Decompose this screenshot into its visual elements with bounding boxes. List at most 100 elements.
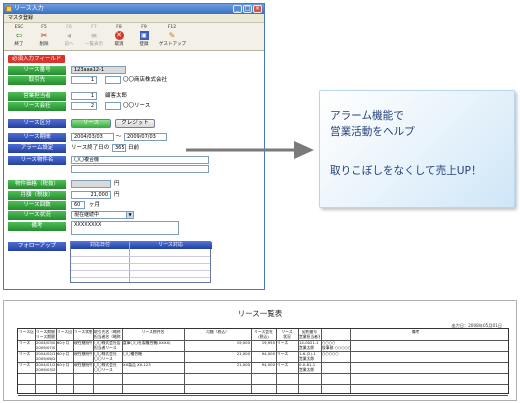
report-cell-contract: 1-6-(2)-1 営業太郎 — [299, 352, 316, 361]
exit-label: 終了 — [14, 42, 24, 47]
lease-start-field[interactable]: 2004/03/03 — [71, 133, 114, 141]
monthly-label: 月額（税抜） — [8, 191, 66, 200]
report-cell-item: 倉庫〇〇社製複合機(XXXX) — [123, 341, 171, 345]
save-button[interactable]: F9 ▣ 登録 — [134, 25, 154, 49]
report-header-contract: 契約番号 営業担当者名 — [299, 330, 320, 339]
report-cell-client: 〇〇株式会社 〇〇リース — [94, 352, 117, 361]
feature-callout: アラーム機能で 営業活動をヘルプ 取りこぼしをなくして売上UP！ — [319, 90, 515, 208]
report-header-state: リース状態 — [74, 330, 92, 334]
callout-line-3: 取りこぼしをなくして売上UP！ — [330, 165, 482, 177]
window-titlebar[interactable]: リース入力 _ □ × — [4, 4, 264, 14]
followup-col-content: リース対応 — [129, 242, 212, 249]
prev-button[interactable]: F6 ◂ 前へ — [59, 25, 79, 49]
list-icon: ≡ — [90, 31, 98, 40]
lease-company-code-field[interactable]: 2 — [71, 102, 97, 110]
status-label: リース状況 — [8, 211, 66, 220]
remarks-field[interactable]: XXXXXXXX — [71, 221, 179, 235]
client-code-field-2[interactable] — [105, 76, 121, 84]
cancel-button[interactable]: F8 ✕ 取消 — [109, 25, 129, 49]
lease-item-field-2[interactable] — [71, 165, 209, 173]
callout-line-2: 営業活動をヘルプ — [330, 126, 415, 138]
report-cell-monthly: 19,000 — [236, 341, 250, 345]
report-cell-company: 19,950 — [261, 341, 275, 345]
grid-divider — [129, 242, 130, 282]
report-cell-period: 2004/03/03 2009/07/03 — [36, 341, 55, 350]
report-cell-count: 60ヶ月 — [57, 341, 70, 345]
followup-label: フォローアップ — [8, 242, 66, 251]
cancel-icon: ✕ — [114, 31, 124, 40]
guest-up-button[interactable]: F12 ✎ ゲストアップ — [159, 25, 186, 49]
window-title: リース入力 — [14, 5, 44, 12]
guest-up-key-label: F12 — [167, 25, 177, 30]
cancel-label: 取消 — [114, 42, 124, 47]
lease-company-code-field-2[interactable] — [105, 102, 121, 110]
count-field[interactable]: 60 — [71, 201, 85, 209]
menu-bar: マスタ登録 — [4, 14, 264, 23]
report-header-type: リース区分 — [19, 330, 34, 334]
report-cell-remarks: ○○○○○ — [322, 352, 339, 356]
report-cell-remarks: ○○○○ 仮事務 ○○○○○ — [322, 341, 352, 350]
save-icon: ▣ — [139, 31, 149, 40]
client-code-field[interactable]: 1 — [71, 76, 97, 84]
grid-row-line — [71, 263, 210, 264]
followup-grid[interactable]: 対応日付 リース対応 — [70, 241, 212, 283]
report-cell-period: 2004/01/20 2009/03/20 — [36, 363, 55, 372]
app-icon — [6, 6, 12, 12]
report-empty-row-line — [18, 395, 508, 396]
prev-key-label: F6 — [66, 25, 72, 30]
exit-button[interactable]: ESC ⇦ 終了 — [9, 25, 29, 49]
report-cell-status: リース — [277, 352, 289, 356]
chevron-down-icon[interactable]: ▼ — [126, 212, 133, 218]
close-button[interactable]: × — [253, 5, 262, 13]
maximize-button[interactable]: □ — [243, 5, 252, 13]
lease-no-field[interactable]: 123aaa12-1 — [71, 66, 126, 74]
lease-item-label: リース物件名 — [8, 156, 66, 165]
count-unit: ヶ月 — [89, 202, 101, 208]
exit-key-label: ESC — [14, 25, 24, 30]
minimize-button[interactable]: _ — [233, 5, 242, 13]
report-cell-state: 現在継続中 — [74, 352, 92, 356]
list-button[interactable]: F7 ≡ 一覧表示 — [84, 25, 104, 49]
lease-company-name: 〇〇リース — [123, 103, 151, 109]
report-table: リース区分リース期間(自) リース期間(至)リース回数リース状態取引先名（略称）… — [17, 328, 509, 396]
sales-rep-code-field[interactable]: 1 — [71, 92, 97, 100]
sales-rep-label: 営業担当者 — [8, 92, 66, 101]
report-cell-client: 〇〇株式会社 〇〇リース — [94, 363, 117, 372]
report-cell-monthly: 21,000 — [236, 363, 250, 367]
lease-type-lease-option[interactable]: リース — [71, 119, 111, 128]
report-row-line — [18, 373, 508, 374]
remarks-label: 備考 — [8, 222, 66, 231]
client-name: 〇〇商店株式会社 — [123, 77, 168, 83]
prev-icon: ◂ — [66, 31, 71, 40]
report-header-client: 取引先名（略称） 担当者名（略称） — [94, 330, 121, 339]
cancel-key-label: F8 — [116, 25, 122, 30]
guest-up-label: ゲストアップ — [159, 42, 186, 47]
delete-button[interactable]: F5 ✂ 削除 — [34, 25, 54, 49]
lease-company-label: リース会社 — [8, 102, 66, 111]
door-exit-icon: ⇦ — [15, 31, 23, 40]
report-cell-state: 現在継続中 — [74, 363, 92, 367]
grid-row-line — [71, 277, 210, 278]
total-price-field[interactable] — [71, 180, 111, 188]
save-label: 登録 — [139, 42, 149, 47]
status-select[interactable]: 現在継続中 ▼ — [71, 211, 134, 219]
alarm-days-field[interactable]: 365 — [112, 144, 126, 152]
prev-label: 前へ — [64, 42, 74, 47]
lease-end-field[interactable]: 2009/07/03 — [124, 133, 167, 141]
report-header-monthly: 月額（税込） — [206, 330, 229, 334]
followup-col-date: 対応日付 — [71, 242, 129, 249]
report-cell-state: 現在継続中 — [74, 341, 92, 345]
report-cell-type: リース — [19, 363, 31, 367]
list-label: 一覧表示 — [85, 42, 103, 47]
monthly-field[interactable]: 21,000 — [71, 191, 111, 199]
client-label: 取引先 — [8, 76, 66, 85]
lease-type-credit-option[interactable]: クレジット — [115, 119, 155, 128]
delete-label: 削除 — [39, 42, 49, 47]
report-cell-company: 94,000 — [261, 352, 275, 356]
grid-row-line — [71, 270, 210, 271]
menu-title[interactable]: マスタ登録 — [8, 15, 33, 21]
report-cell-status: リース — [277, 363, 289, 367]
list-key-label: F7 — [91, 25, 97, 30]
delete-icon: ✂ — [40, 31, 48, 40]
report-cell-item: XX製品 XX-123 — [123, 363, 151, 367]
